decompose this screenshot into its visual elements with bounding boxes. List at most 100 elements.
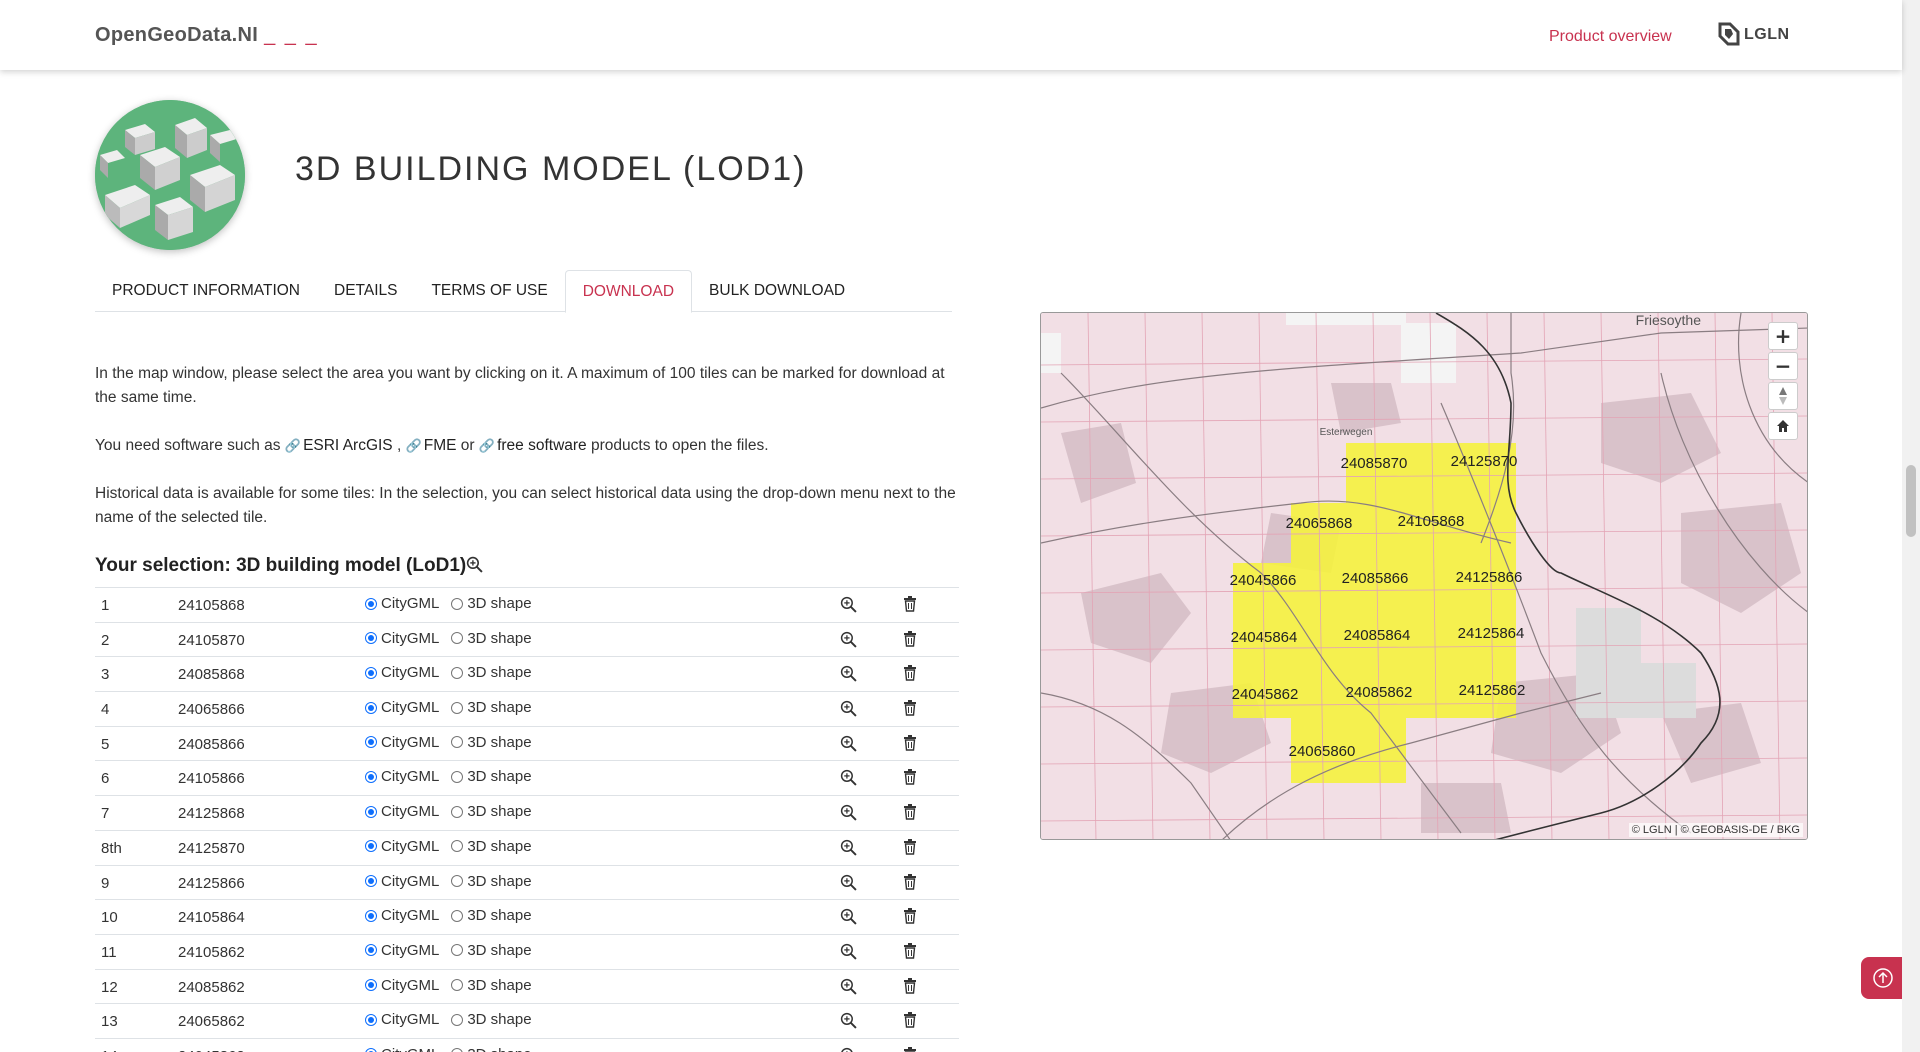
trash-icon[interactable] (903, 977, 917, 998)
citygml-radio[interactable] (365, 875, 377, 887)
tile-label[interactable]: 24045864 (1231, 629, 1298, 646)
tile-label[interactable]: 24125870 (1451, 453, 1518, 470)
tile-label[interactable]: 24065868 (1286, 515, 1353, 532)
tab-download[interactable]: DOWNLOAD (564, 270, 693, 313)
tile-label[interactable]: 24045862 (1232, 686, 1299, 703)
citygml-label[interactable]: CityGML (381, 873, 439, 890)
tile-label[interactable]: 24085866 (1342, 570, 1409, 587)
trash-icon[interactable] (903, 665, 917, 685)
zoom-to-tile-icon[interactable] (840, 839, 857, 860)
3d-shape-radio[interactable] (451, 805, 464, 818)
zoom-to-tile-icon[interactable] (840, 978, 857, 999)
citygml-label[interactable]: CityGML (381, 699, 439, 716)
citygml-radio[interactable] (365, 632, 377, 645)
trash-icon[interactable] (903, 1012, 917, 1032)
tile-label[interactable]: 24125864 (1458, 625, 1525, 642)
citygml-radio[interactable] (365, 701, 377, 714)
3d-shape-radio[interactable] (451, 840, 464, 853)
tile-label[interactable]: 24085870 (1341, 455, 1408, 472)
3d-shape-label[interactable]: 3D shape (467, 699, 531, 716)
3d-shape-radio[interactable] (451, 736, 464, 749)
citygml-label[interactable]: CityGML (381, 630, 439, 647)
zoom-to-tile-icon[interactable] (840, 631, 857, 652)
zoom-in-button[interactable]: + (1768, 322, 1798, 350)
reset-north-button[interactable] (1768, 382, 1798, 410)
trash-icon[interactable] (903, 838, 917, 859)
citygml-label[interactable]: CityGML (381, 803, 439, 820)
citygml-radio[interactable] (365, 770, 377, 783)
3d-shape-radio[interactable] (451, 944, 464, 957)
zoom-to-tile-icon[interactable] (840, 908, 857, 929)
fme-link[interactable]: 🔗 FME (406, 437, 457, 454)
trash-icon[interactable] (903, 804, 917, 824)
citygml-label[interactable]: CityGML (381, 1046, 439, 1052)
citygml-label[interactable]: CityGML (381, 907, 439, 924)
trash-icon[interactable] (903, 908, 917, 928)
tile-label[interactable]: 24085864 (1344, 627, 1411, 644)
3d-shape-label[interactable]: 3D shape (467, 803, 531, 820)
3d-shape-label[interactable]: 3D shape (467, 734, 531, 751)
tile-selection-map[interactable]: Friesoythe Esterwegen 24085870 24125870 2406… (1040, 312, 1808, 840)
3d-shape-radio[interactable] (451, 770, 464, 783)
trash-icon[interactable] (903, 734, 917, 755)
3d-shape-radio[interactable] (451, 666, 464, 679)
brand-logo[interactable]: OpenGeoData.NI _ _ _ (95, 24, 319, 47)
3d-shape-radio[interactable] (451, 632, 464, 645)
3d-shape-label[interactable]: 3D shape (467, 942, 531, 959)
citygml-radio[interactable] (365, 597, 377, 610)
trash-icon[interactable] (903, 700, 917, 720)
tab-details[interactable]: DETAILS (317, 270, 414, 312)
zoom-to-selection-icon[interactable] (466, 556, 483, 573)
home-extent-button[interactable] (1768, 412, 1798, 440)
tile-label[interactable]: 24105868 (1398, 513, 1465, 530)
trash-icon[interactable] (903, 873, 917, 894)
esri-arcgis-link[interactable]: 🔗 ESRI ArcGIS (285, 437, 393, 454)
3d-shape-label[interactable]: 3D shape (467, 873, 531, 890)
3d-shape-label[interactable]: 3D shape (467, 595, 531, 612)
citygml-label[interactable]: CityGML (381, 942, 439, 959)
3d-shape-radio[interactable] (451, 875, 464, 887)
3d-shape-label[interactable]: 3D shape (467, 907, 531, 924)
tile-label[interactable]: 24065860 (1289, 743, 1356, 760)
trash-icon[interactable] (903, 769, 917, 789)
brand-name[interactable]: OpenGeoData.NI (95, 24, 258, 46)
zoom-to-tile-icon[interactable] (840, 1047, 857, 1052)
3d-shape-radio[interactable] (451, 1048, 464, 1052)
citygml-radio[interactable] (365, 944, 377, 957)
citygml-label[interactable]: CityGML (381, 768, 439, 785)
lgln-logo[interactable]: LGLN (1716, 20, 1801, 50)
scrollbar-thumb[interactable] (1906, 465, 1916, 537)
3d-shape-radio[interactable] (451, 1013, 464, 1026)
trash-icon[interactable] (903, 630, 917, 651)
3d-shape-radio[interactable] (451, 701, 464, 714)
zoom-to-tile-icon[interactable] (840, 943, 857, 964)
3d-shape-label[interactable]: 3D shape (467, 768, 531, 785)
3d-shape-label[interactable]: 3D shape (467, 630, 531, 647)
zoom-to-tile-icon[interactable] (840, 874, 857, 895)
zoom-to-tile-icon[interactable] (840, 700, 857, 721)
citygml-label[interactable]: CityGML (381, 595, 439, 612)
citygml-label[interactable]: CityGML (381, 734, 439, 751)
free-software-link[interactable]: 🔗 free software (479, 437, 587, 454)
zoom-to-tile-icon[interactable] (840, 735, 857, 756)
zoom-to-tile-icon[interactable] (840, 804, 857, 825)
3d-shape-label[interactable]: 3D shape (467, 838, 531, 855)
3d-shape-label[interactable]: 3D shape (467, 1011, 531, 1028)
back-to-top-button[interactable] (1861, 957, 1905, 999)
zoom-to-tile-icon[interactable] (840, 1012, 857, 1033)
map-canvas[interactable]: Friesoythe Esterwegen 24085870 24125870 2406… (1041, 313, 1808, 840)
citygml-radio[interactable] (365, 840, 377, 853)
tile-label[interactable]: 24125862 (1459, 682, 1526, 699)
3d-shape-radio[interactable] (451, 979, 464, 992)
3d-shape-label[interactable]: 3D shape (467, 1046, 531, 1052)
citygml-radio[interactable] (365, 909, 377, 922)
tile-label[interactable]: 24045866 (1230, 572, 1297, 589)
citygml-label[interactable]: CityGML (381, 838, 439, 855)
nav-product-overview[interactable]: Product overview (1549, 28, 1672, 46)
3d-shape-radio[interactable] (451, 597, 464, 610)
citygml-label[interactable]: CityGML (381, 977, 439, 994)
citygml-radio[interactable] (365, 1013, 377, 1026)
trash-icon[interactable] (903, 942, 917, 963)
zoom-to-tile-icon[interactable] (840, 665, 857, 686)
3d-shape-label[interactable]: 3D shape (467, 664, 531, 681)
